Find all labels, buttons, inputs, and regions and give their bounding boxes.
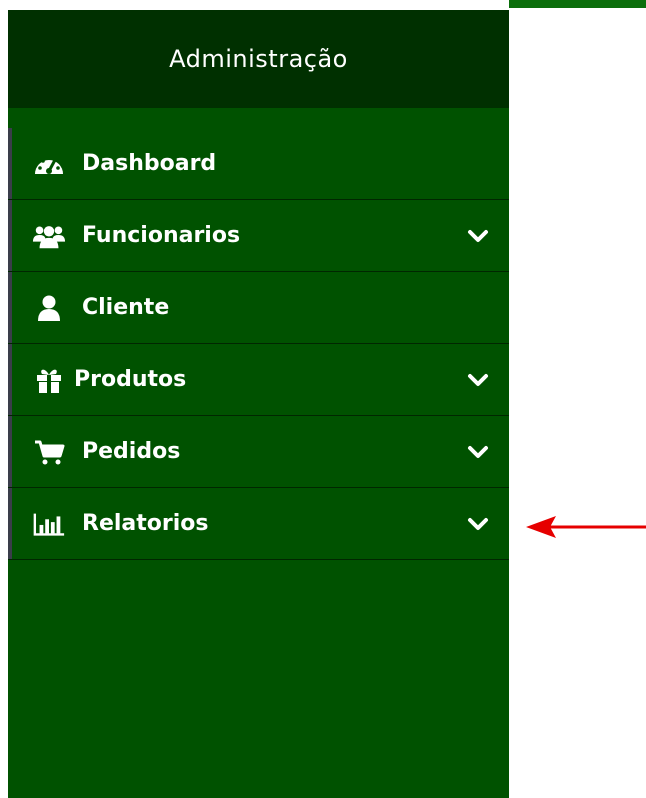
sidebar-item-label: Pedidos <box>82 439 181 464</box>
sidebar-title: Administração <box>169 45 348 73</box>
sidebar-header: Administração <box>8 10 509 108</box>
sidebar-item-cliente[interactable]: Cliente <box>8 272 509 344</box>
sidebar: Administração Dashboard Funcionarios Cli… <box>8 10 509 798</box>
sidebar-item-dashboard[interactable]: Dashboard <box>8 128 509 200</box>
sidebar-item-label: Produtos <box>74 367 187 392</box>
sidebar-item-produtos[interactable]: Produtos <box>8 344 509 416</box>
chevron-down-icon[interactable] <box>466 371 490 389</box>
user-icon <box>32 293 66 323</box>
sidebar-item-label: Cliente <box>82 295 170 320</box>
chevron-down-icon[interactable] <box>466 227 490 245</box>
sidebar-item-relatorios[interactable]: Relatorios <box>8 488 509 560</box>
annotation-arrow-icon <box>526 516 646 538</box>
chevron-down-icon[interactable] <box>466 515 490 533</box>
top-green-strip <box>509 0 646 8</box>
sidebar-item-funcionarios[interactable]: Funcionarios <box>8 200 509 272</box>
sidebar-item-label: Dashboard <box>82 151 217 176</box>
sidebar-item-label: Relatorios <box>82 511 209 536</box>
gift-icon <box>32 365 66 395</box>
sidebar-item-label: Funcionarios <box>82 223 241 248</box>
bar-chart-icon <box>32 509 66 539</box>
sidebar-item-pedidos[interactable]: Pedidos <box>8 416 509 488</box>
users-icon <box>32 221 66 251</box>
chevron-down-icon[interactable] <box>466 443 490 461</box>
sidebar-menu: Dashboard Funcionarios Cliente Produtos … <box>8 128 509 560</box>
dashboard-icon <box>32 149 66 179</box>
cart-icon <box>32 437 66 467</box>
